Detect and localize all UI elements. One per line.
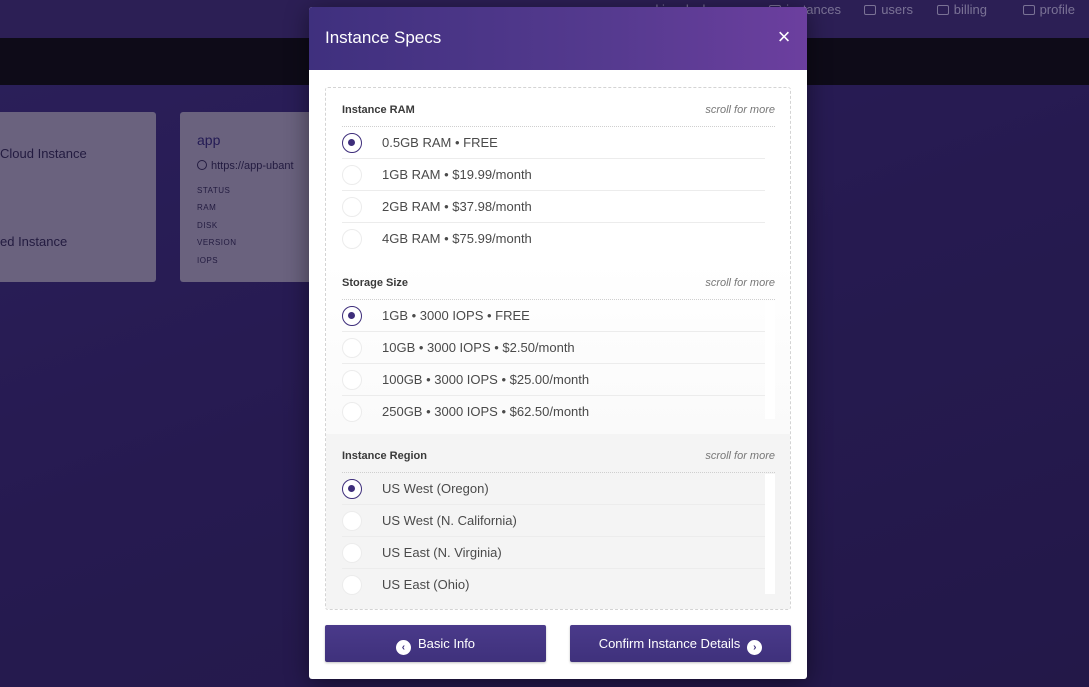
- basic-info-button[interactable]: ‹ Basic Info: [325, 625, 546, 662]
- chevron-left-icon: ‹: [395, 640, 411, 655]
- radio-button[interactable]: [342, 370, 362, 390]
- radio-button[interactable]: [342, 165, 362, 185]
- option-label: 100GB • 3000 IOPS • $25.00/month: [382, 372, 590, 387]
- radio-button[interactable]: [342, 306, 362, 326]
- region-option[interactable]: US West (N. California): [342, 505, 765, 537]
- spec-panel: Instance RAM scroll for more 0.5GB RAM •…: [325, 87, 791, 610]
- region-option[interactable]: US East (Ohio): [342, 569, 765, 601]
- region-option[interactable]: US West (Oregon): [342, 473, 765, 505]
- radio-button[interactable]: [342, 543, 362, 563]
- option-label: 250GB • 3000 IOPS • $62.50/month: [382, 404, 590, 419]
- button-label: Confirm Instance Details: [598, 636, 741, 651]
- option-label: 1GB • 3000 IOPS • FREE: [382, 308, 530, 323]
- radio-button[interactable]: [342, 511, 362, 531]
- scroll-hint: scroll for more: [705, 277, 775, 289]
- modal-header: Instance Specs ×: [309, 7, 807, 70]
- option-label: US East (Ohio): [382, 577, 470, 592]
- option-label: 2GB RAM • $37.98/month: [382, 199, 532, 214]
- storage-option[interactable]: 1GB • 3000 IOPS • FREE: [342, 300, 765, 332]
- storage-option[interactable]: 100GB • 3000 IOPS • $25.00/month: [342, 364, 765, 396]
- scrollbar[interactable]: [765, 474, 775, 594]
- ram-option[interactable]: 2GB RAM • $37.98/month: [342, 191, 765, 223]
- section-instance-region: Instance Region scroll for more US West …: [326, 434, 790, 609]
- section-title: Instance Region: [342, 450, 427, 462]
- ram-option[interactable]: 0.5GB RAM • FREE: [342, 127, 765, 159]
- option-label: 10GB • 3000 IOPS • $2.50/month: [382, 340, 575, 355]
- instance-specs-modal: Instance Specs × Instance RAM scroll for…: [309, 7, 807, 679]
- storage-options: 1GB • 3000 IOPS • FREE 10GB • 3000 IOPS …: [342, 300, 765, 428]
- option-label: US West (N. California): [382, 513, 517, 528]
- modal-title: Instance Specs: [325, 28, 442, 47]
- radio-button[interactable]: [342, 197, 362, 217]
- close-icon[interactable]: ×: [773, 26, 795, 48]
- radio-button[interactable]: [342, 479, 362, 499]
- section-storage-size: Storage Size scroll for more 1GB • 3000 …: [326, 261, 790, 434]
- radio-button[interactable]: [342, 133, 362, 153]
- option-label: 0.5GB RAM • FREE: [382, 135, 498, 150]
- radio-button[interactable]: [342, 402, 362, 422]
- section-title: Storage Size: [342, 277, 409, 289]
- section-instance-ram: Instance RAM scroll for more 0.5GB RAM •…: [326, 88, 790, 261]
- radio-button[interactable]: [342, 338, 362, 358]
- ram-options: 0.5GB RAM • FREE 1GB RAM • $19.99/month …: [342, 127, 765, 255]
- section-title: Instance RAM: [342, 104, 415, 116]
- region-options: US West (Oregon) US West (N. California)…: [342, 473, 765, 601]
- radio-button[interactable]: [342, 575, 362, 595]
- option-label: US East (N. Virginia): [382, 545, 502, 560]
- option-label: 1GB RAM • $19.99/month: [382, 167, 532, 182]
- ram-option[interactable]: 1GB RAM • $19.99/month: [342, 159, 765, 191]
- scrollbar[interactable]: [765, 301, 775, 419]
- confirm-instance-details-button[interactable]: Confirm Instance Details ›: [570, 625, 791, 662]
- ram-option[interactable]: 4GB RAM • $75.99/month: [342, 223, 765, 255]
- radio-button[interactable]: [342, 229, 362, 249]
- option-label: 4GB RAM • $75.99/month: [382, 231, 532, 246]
- storage-option[interactable]: 250GB • 3000 IOPS • $62.50/month: [342, 396, 765, 428]
- scroll-hint: scroll for more: [705, 104, 775, 116]
- storage-option[interactable]: 10GB • 3000 IOPS • $2.50/month: [342, 332, 765, 364]
- region-option[interactable]: US East (N. Virginia): [342, 537, 765, 569]
- option-label: US West (Oregon): [382, 481, 489, 496]
- chevron-right-icon: ›: [747, 640, 763, 655]
- button-label: Basic Info: [417, 636, 476, 651]
- scroll-hint: scroll for more: [705, 450, 775, 462]
